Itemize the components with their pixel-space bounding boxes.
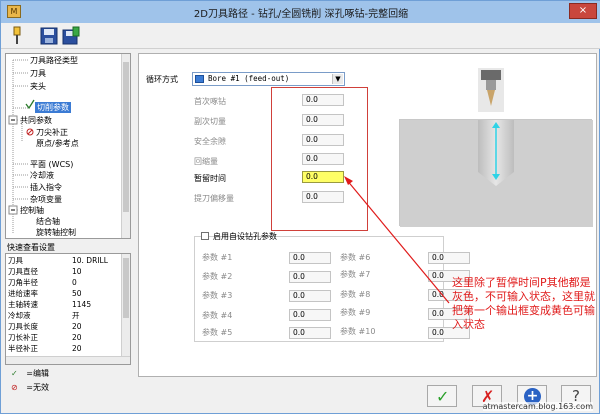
dialog-window: M 2D刀具路径 - 钻孔/全圆铣削 深孔啄钻-完整回缩 × 刀具路径类型 刀具… [0,0,600,414]
annotation-arrow [344,176,450,304]
check-icon: ✓ [436,387,450,406]
watermark: atmastercam.blog.163.com [482,402,593,411]
ok-button[interactable]: ✓ [427,385,457,407]
annotation-text: 这里除了暂停时间P其他都是灰色，不可输入状态，这里就把第一个输出框变成黄色可输入… [452,276,595,331]
